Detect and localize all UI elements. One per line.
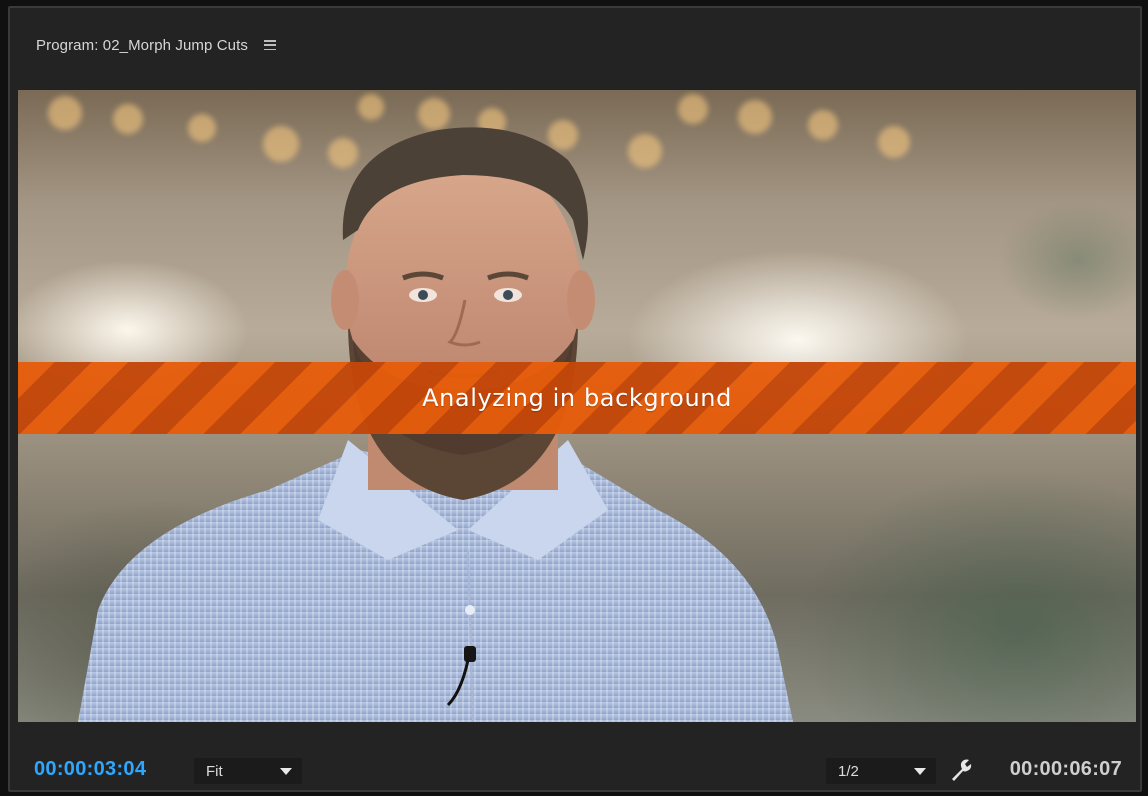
wrench-icon[interactable]: [948, 757, 972, 783]
hamburger-menu-icon[interactable]: [263, 40, 276, 50]
program-monitor-panel: Program: 02_Morph Jump Cuts Analyzing in…: [8, 6, 1142, 792]
monitor-footer: 00:00:03:04 Fit 1/2 00:00:06:07: [10, 722, 1140, 790]
playhead-timecode[interactable]: 00:00:03:04: [34, 758, 146, 781]
video-frame[interactable]: Analyzing in background: [18, 90, 1136, 722]
zoom-level-value: Fit: [206, 762, 223, 780]
panel-title: Program: 02_Morph Jump Cuts: [36, 36, 248, 54]
playback-resolution-value: 1/2: [838, 762, 859, 780]
chevron-down-icon: [914, 768, 926, 775]
sequence-duration-timecode: 00:00:06:07: [1009, 758, 1122, 780]
zoom-level-dropdown[interactable]: Fit: [194, 758, 302, 784]
playback-resolution-dropdown[interactable]: 1/2: [826, 758, 936, 784]
analyzing-overlay-banner: Analyzing in background: [18, 362, 1136, 434]
analyzing-overlay-text: Analyzing in background: [422, 384, 732, 412]
chevron-down-icon: [280, 768, 292, 775]
panel-header: Program: 02_Morph Jump Cuts: [10, 8, 1140, 82]
